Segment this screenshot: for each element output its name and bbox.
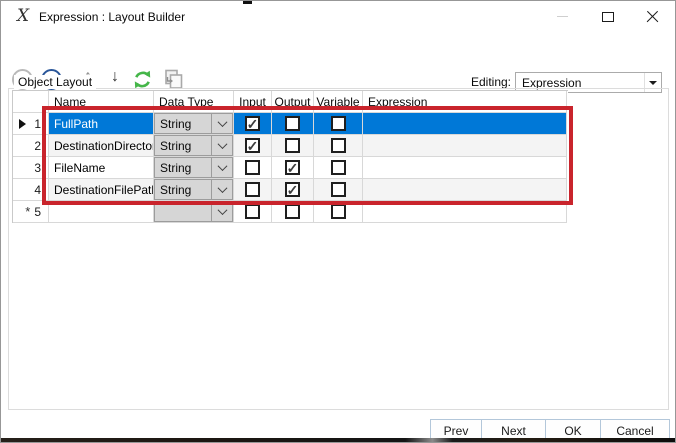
row-header-4[interactable]: 4 — [13, 179, 49, 201]
cell-name-1[interactable]: FullPath — [49, 113, 154, 135]
combo-dropdown-button[interactable] — [211, 136, 232, 155]
input-checkbox[interactable] — [245, 204, 260, 219]
input-checkbox[interactable] — [245, 182, 260, 197]
row-header-3[interactable]: 3 — [13, 157, 49, 179]
background-strip — [1, 438, 675, 442]
cell-datatype-2[interactable]: String — [154, 135, 234, 157]
row-header-1[interactable]: 1 — [13, 113, 49, 135]
cell-expression-5[interactable] — [363, 201, 567, 223]
layout-grid: Name Data Type Input Output Variable Exp… — [12, 90, 568, 223]
output-checkbox[interactable] — [285, 204, 300, 219]
combo-dropdown-button[interactable] — [211, 180, 232, 199]
cell-output-5[interactable] — [272, 201, 314, 223]
cell-expression-1[interactable] — [363, 113, 567, 135]
close-icon — [646, 10, 659, 23]
chevron-down-icon — [217, 161, 227, 172]
chevron-down-icon — [217, 205, 227, 216]
variable-checkbox[interactable] — [330, 182, 346, 197]
datatype-combobox[interactable]: String — [154, 113, 233, 134]
cell-datatype-1[interactable]: String — [154, 113, 234, 135]
cell-output-4[interactable]: ✓ — [272, 179, 314, 201]
cell-input-4[interactable] — [234, 179, 272, 201]
cell-name-4[interactable]: DestinationFilePath — [49, 179, 154, 201]
output-checkbox[interactable]: ✓ — [285, 182, 300, 197]
output-checkbox[interactable]: ✓ — [285, 160, 300, 175]
output-checkbox[interactable] — [285, 138, 300, 153]
cell-expression-4[interactable] — [363, 179, 567, 201]
new-row-icon: * — [25, 204, 31, 219]
cell-variable-2[interactable] — [314, 135, 363, 157]
combo-dropdown-button[interactable] — [211, 202, 232, 221]
variable-checkbox[interactable] — [330, 160, 346, 175]
app-icon: X — [16, 6, 30, 26]
cell-name-3[interactable]: FileName — [49, 157, 154, 179]
cell-input-3[interactable] — [234, 157, 272, 179]
copy-layout-icon — [165, 69, 183, 89]
cell-datatype-5[interactable] — [154, 201, 234, 223]
chevron-down-icon — [217, 183, 227, 194]
toolbar: ← → ↑ ↓ Editing: Expression — [1, 32, 675, 93]
column-header-name[interactable]: Name — [49, 91, 154, 113]
datatype-combobox[interactable]: String — [154, 135, 233, 156]
cell-output-1[interactable] — [272, 113, 314, 135]
cell-variable-3[interactable] — [314, 157, 363, 179]
minimize-button[interactable] — [540, 1, 585, 32]
variable-checkbox[interactable] — [330, 138, 346, 153]
variable-checkbox[interactable] — [330, 116, 346, 131]
maximize-button[interactable] — [585, 1, 630, 32]
dialog-window: X Expression : Layout Builder ← → ↑ ↓ — [0, 0, 676, 443]
cell-input-5[interactable] — [234, 201, 272, 223]
cell-expression-3[interactable] — [363, 157, 567, 179]
maximize-icon — [601, 11, 614, 22]
column-header-output[interactable]: Output — [272, 91, 314, 113]
cell-variable-1[interactable] — [314, 113, 363, 135]
combo-dropdown-button[interactable] — [211, 114, 232, 133]
down-arrow-icon: ↓ — [111, 68, 119, 85]
editing-label: Editing: — [470, 75, 511, 89]
refresh-icon — [134, 70, 151, 89]
current-row-icon — [19, 118, 27, 129]
combo-dropdown-button[interactable] — [211, 158, 232, 177]
close-button[interactable] — [630, 1, 675, 32]
column-header-input[interactable]: Input — [234, 91, 272, 113]
move-down-button[interactable]: ↓ — [111, 68, 119, 86]
row-header-2[interactable]: 2 — [13, 135, 49, 157]
column-header-expression[interactable]: Expression — [363, 91, 567, 113]
input-checkbox[interactable]: ✓ — [245, 138, 260, 153]
datatype-combobox[interactable] — [154, 201, 233, 222]
cell-variable-5[interactable] — [314, 201, 363, 223]
datatype-combobox[interactable]: String — [154, 157, 233, 178]
title-bar: X Expression : Layout Builder — [1, 1, 675, 32]
cell-expression-2[interactable] — [363, 135, 567, 157]
object-layout-label: Object Layout — [14, 75, 97, 89]
cell-output-2[interactable] — [272, 135, 314, 157]
cell-datatype-3[interactable]: String — [154, 157, 234, 179]
cursor-artifact — [243, 1, 252, 4]
output-checkbox[interactable] — [285, 116, 300, 131]
cell-name-5[interactable] — [49, 201, 154, 223]
datatype-combobox[interactable]: String — [154, 179, 233, 200]
minimize-icon — [557, 16, 568, 17]
chevron-down-icon — [649, 80, 657, 85]
variable-checkbox[interactable] — [330, 204, 346, 219]
cell-output-3[interactable]: ✓ — [272, 157, 314, 179]
cell-name-2[interactable]: DestinationDirectory — [49, 135, 154, 157]
window-title: Expression : Layout Builder — [39, 10, 186, 24]
chevron-down-icon — [217, 139, 227, 150]
column-header-variable[interactable]: Variable — [314, 91, 363, 113]
cell-datatype-4[interactable]: String — [154, 179, 234, 201]
row-header-5[interactable]: * 5 — [13, 201, 49, 223]
cell-input-2[interactable]: ✓ — [234, 135, 272, 157]
input-checkbox[interactable]: ✓ — [245, 116, 260, 131]
chevron-down-icon — [217, 117, 227, 128]
cell-input-1[interactable]: ✓ — [234, 113, 272, 135]
column-header-data-type[interactable]: Data Type — [154, 91, 234, 113]
input-checkbox[interactable] — [245, 160, 260, 175]
cell-variable-4[interactable] — [314, 179, 363, 201]
grid-corner-header[interactable] — [13, 91, 49, 113]
